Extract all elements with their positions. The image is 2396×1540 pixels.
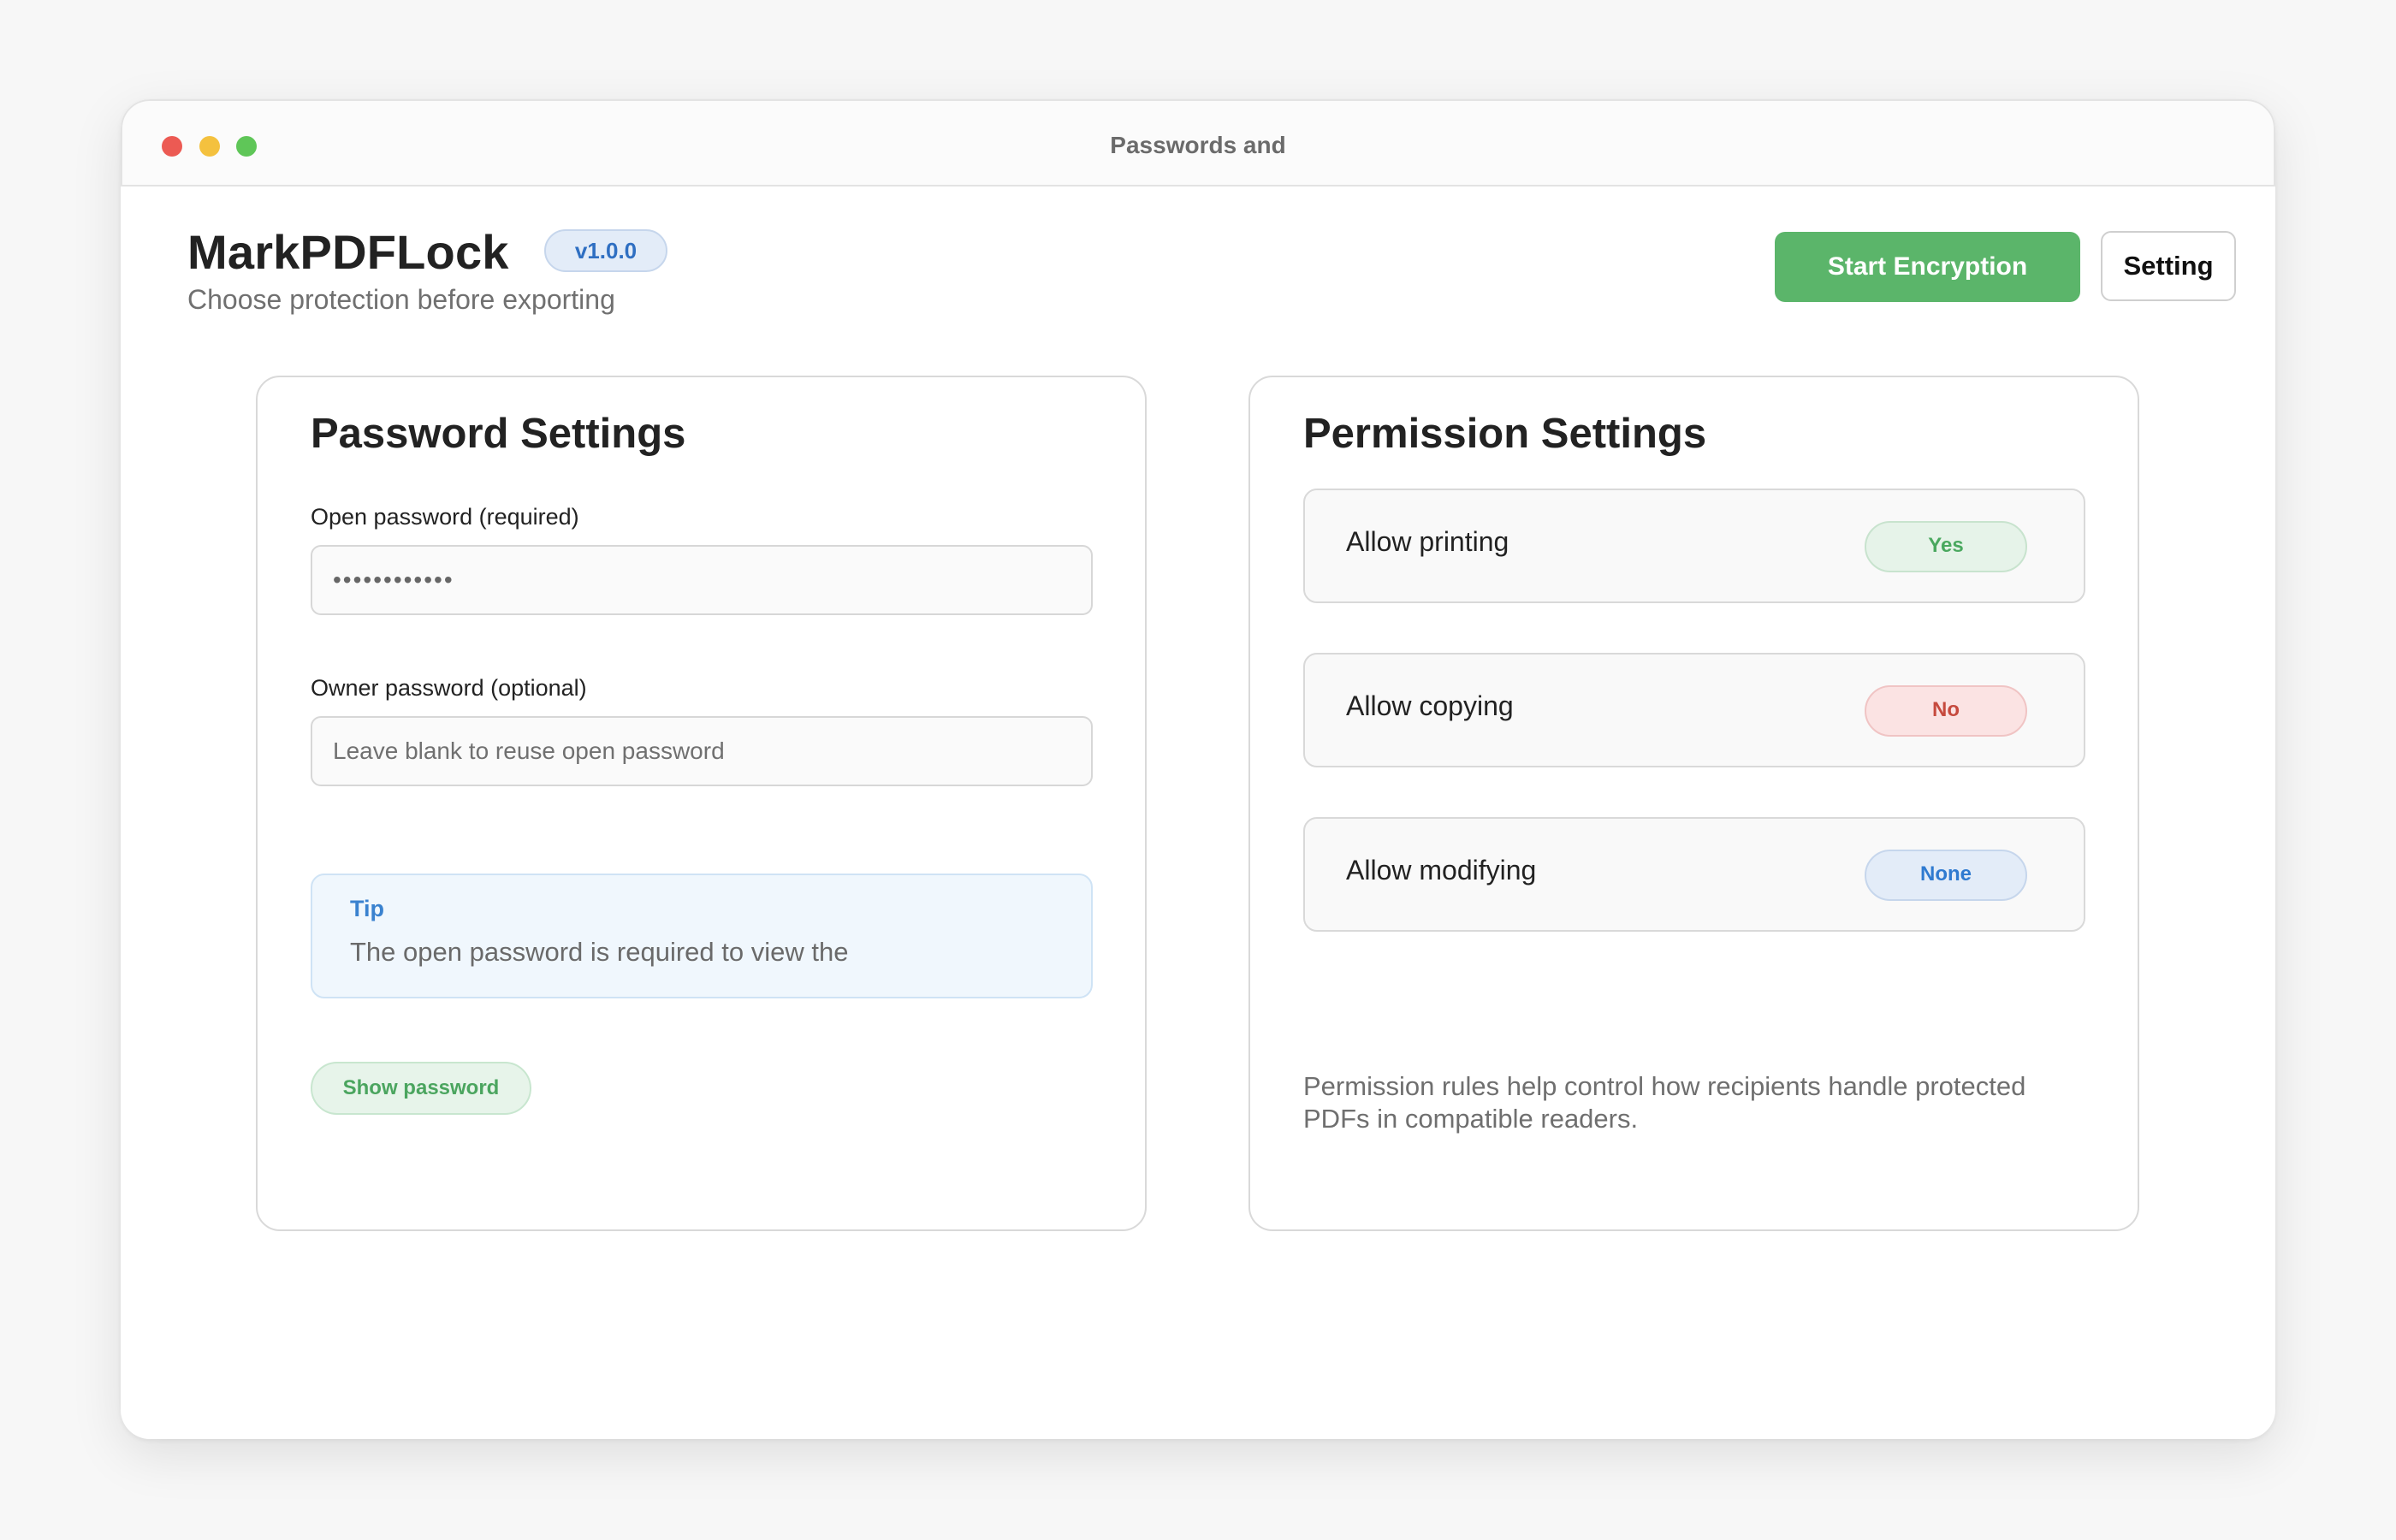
permission-label: Allow modifying [1346,855,1537,886]
version-badge: v1.0.0 [544,229,667,272]
permission-toggle-printing[interactable]: Yes [1865,521,2027,572]
permission-settings-title: Permission Settings [1303,411,1707,457]
permission-label: Allow printing [1346,526,1509,557]
permission-note: Permission rules help control how recipi… [1303,1071,2026,1134]
open-password-input[interactable] [311,545,1093,615]
owner-password-label: Owner password (optional) [311,675,587,701]
owner-password-input[interactable] [311,716,1093,786]
show-password-button[interactable]: Show password [311,1062,531,1115]
app-subtitle: Choose protection before exporting [187,284,615,315]
window-title: Passwords and [1110,132,1286,158]
open-password-label: Open password (required) [311,504,579,530]
permission-row-modifying: Allow modifying None [1303,817,2085,932]
tip-title: Tip [350,896,384,921]
tip-text: The open password is required to view th… [350,937,849,967]
app-window: Passwords and MarkPDFLock v1.0.0 Choose … [121,99,2275,1439]
app-title: MarkPDFLock [187,225,509,279]
password-settings-title: Password Settings [311,411,686,457]
settings-button[interactable]: Setting [2101,231,2236,301]
start-encryption-button[interactable]: Start Encryption [1775,232,2080,302]
permission-row-copying: Allow copying No [1303,653,2085,767]
permission-toggle-modifying[interactable]: None [1865,850,2027,901]
permission-toggle-copying[interactable]: No [1865,685,2027,737]
tip-box: Tip The open password is required to vie… [311,874,1093,998]
permission-settings-card: Permission Settings Allow printing Yes A… [1248,376,2139,1231]
title-bar: Passwords and [121,99,2275,187]
permission-label: Allow copying [1346,690,1514,721]
password-settings-card: Password Settings Open password (require… [256,376,1147,1231]
permission-row-printing: Allow printing Yes [1303,489,2085,603]
